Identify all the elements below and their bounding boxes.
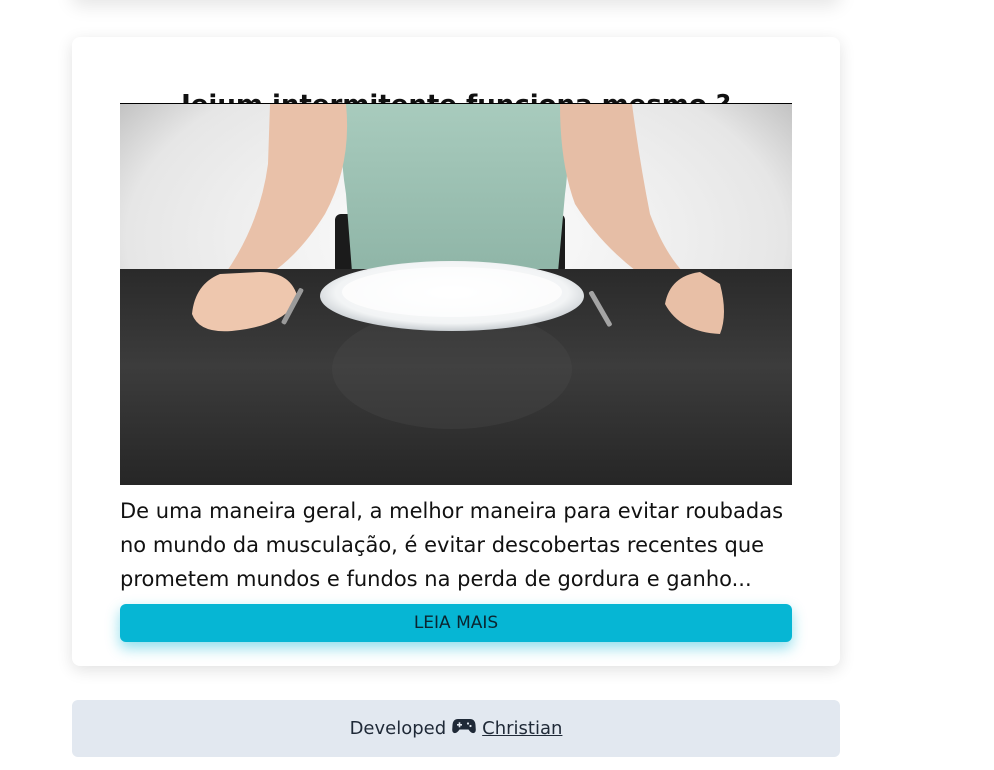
read-more-button[interactable]: LEIA MAIS xyxy=(120,604,792,642)
site-footer: Developed Christian xyxy=(72,700,840,757)
post-image xyxy=(120,103,792,485)
post-excerpt: De uma maneira geral, a melhor maneira p… xyxy=(120,499,784,591)
footer-prefix: Developed xyxy=(349,718,447,739)
post-card: Jejum intermitente funciona mesmo ? xyxy=(72,37,840,666)
gamepad-icon xyxy=(452,718,476,739)
author-link[interactable]: Christian xyxy=(482,718,562,739)
